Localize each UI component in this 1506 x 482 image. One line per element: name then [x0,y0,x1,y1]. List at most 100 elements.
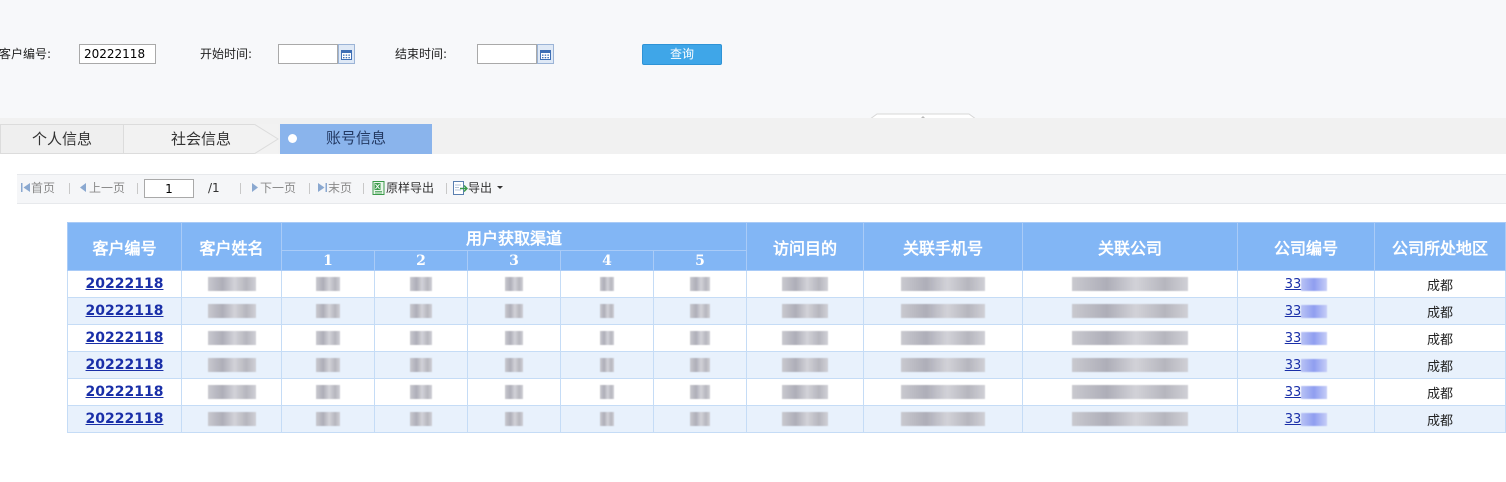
cell-phone [863,297,1023,325]
page-number-input[interactable] [144,179,194,198]
cell-channel-5 [653,351,747,379]
end-time-label: 结束时间: [395,47,448,61]
cell-region: 成都 [1374,270,1506,298]
tab-account-info[interactable]: 账号信息 [280,124,432,154]
calendar-icon[interactable] [338,44,355,64]
redacted-value [901,304,985,318]
redacted-value [207,385,256,399]
cell-region: 成都 [1374,378,1506,406]
tab-personal-info[interactable]: 个人信息 [0,124,124,154]
redacted-value [690,412,710,426]
header-company-no: 公司编号 [1237,222,1375,271]
cell-channel-4 [560,351,654,379]
cell-customer-name [181,378,282,406]
cell-company-no: 33 [1237,405,1375,433]
cell-channel-2 [374,297,468,325]
cell-channel-5 [653,324,747,352]
region-text: 成都 [1426,305,1453,321]
export-original-button[interactable]: 原样导出 [372,181,434,195]
company-no-link[interactable]: 33 [1285,358,1302,373]
redacted-value [505,358,523,372]
customer-no-link[interactable]: 20222118 [86,276,164,292]
cell-channel-2 [374,378,468,406]
company-no-link[interactable]: 33 [1285,304,1302,319]
redacted-value [1301,304,1328,318]
cell-customer-no: 20222118 [67,270,182,298]
cell-phone [863,324,1023,352]
cell-visit-purpose [746,324,864,352]
redacted-value [782,358,828,372]
redacted-value [316,277,340,291]
divider [69,183,70,194]
company-no-link[interactable]: 33 [1285,277,1302,292]
cell-channel-5 [653,378,747,406]
customer-no-link[interactable]: 20222118 [86,330,164,346]
redacted-value [410,277,432,291]
prev-page-button[interactable]: 上一页 [78,181,125,195]
redacted-value [207,358,256,372]
cell-company-no: 33 [1237,324,1375,352]
first-page-button[interactable]: 首页 [20,181,55,195]
cell-company [1022,324,1238,352]
region-text: 成都 [1426,386,1453,402]
company-no-link[interactable]: 33 [1285,331,1302,346]
company-no-link[interactable]: 33 [1285,385,1302,400]
next-page-icon [252,183,258,192]
cell-company-no: 33 [1237,270,1375,298]
cell-phone [863,270,1023,298]
header-channel-3: 3 [467,250,561,271]
customer-no-link[interactable]: 20222118 [86,303,164,319]
cell-channel-2 [374,405,468,433]
customer-no-link[interactable]: 20222118 [86,357,164,373]
cell-channel-1 [281,270,375,298]
excel-export-icon [372,181,385,195]
table-row: 20222118 33 成都 [67,405,1506,433]
redacted-value [410,331,432,345]
cell-customer-name [181,324,282,352]
cell-phone [863,405,1023,433]
redacted-value [600,358,614,372]
redacted-value [207,304,256,318]
cell-customer-no: 20222118 [67,405,182,433]
redacted-value [316,358,340,372]
redacted-value [901,358,985,372]
start-time-input[interactable] [278,44,338,64]
header-customer-name: 客户姓名 [181,222,282,271]
redacted-value [782,331,828,345]
cell-channel-5 [653,270,747,298]
export-dropdown-button[interactable]: 导出 [453,181,504,195]
next-page-button[interactable]: 下一页 [249,181,296,195]
region-text: 成都 [1426,413,1453,429]
last-page-button[interactable]: 末页 [317,181,352,195]
cell-company-no: 33 [1237,378,1375,406]
redacted-value [1301,331,1328,345]
divider [363,183,364,194]
redacted-value [207,277,256,291]
search-button[interactable]: 查询 [642,44,722,65]
cell-customer-no: 20222118 [67,378,182,406]
cell-channel-3 [467,405,561,433]
customer-no-input[interactable] [79,44,156,64]
prev-page-label: 上一页 [89,181,126,195]
redacted-value [1301,358,1328,372]
cell-channel-2 [374,351,468,379]
customer-no-link[interactable]: 20222118 [86,384,164,400]
cell-customer-name [181,297,282,325]
customer-no-link[interactable]: 20222118 [86,411,164,427]
chevron-down-icon [496,186,503,189]
cell-company [1022,351,1238,379]
cell-channel-4 [560,378,654,406]
redacted-value [410,385,432,399]
header-company: 关联公司 [1022,222,1238,271]
cell-region: 成都 [1374,324,1506,352]
redacted-value [1072,277,1188,291]
calendar-icon[interactable] [537,44,554,64]
company-no-link[interactable]: 33 [1285,412,1302,427]
cell-customer-no: 20222118 [67,324,182,352]
end-time-input[interactable] [477,44,537,64]
cell-channel-3 [467,324,561,352]
export-original-label: 原样导出 [386,181,435,195]
redacted-value [207,412,256,426]
first-page-label: 首页 [31,181,56,195]
cell-channel-1 [281,297,375,325]
